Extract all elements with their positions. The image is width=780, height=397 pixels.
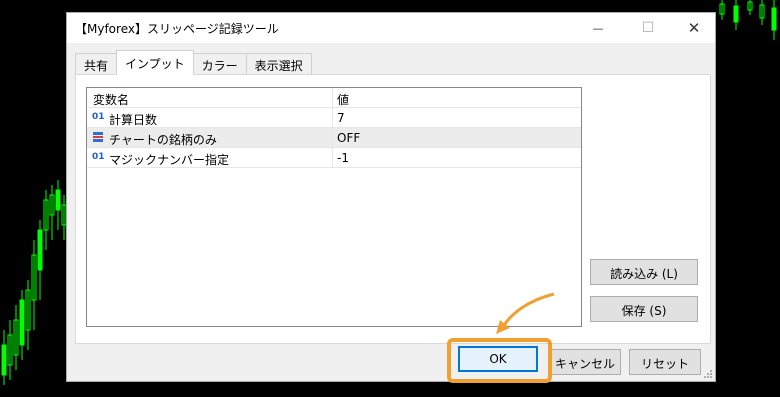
tab-display-select[interactable]: 表示選択	[245, 53, 312, 75]
title-bar[interactable]: 【Myforex】スリッページ記録ツール — ☐ ✕	[67, 13, 715, 43]
table-row[interactable]: チャートの銘柄のみ OFF	[87, 128, 581, 148]
load-button[interactable]: 読み込み (L)	[590, 259, 698, 285]
table-row[interactable]: 01 マジックナンバー指定 -1	[87, 148, 581, 168]
candle-body	[771, 7, 777, 31]
param-value[interactable]: 7	[337, 108, 345, 128]
ok-button[interactable]: OK	[458, 346, 538, 372]
grid-header-row: 変数名 値	[87, 88, 581, 108]
list-icon	[92, 131, 104, 146]
table-row[interactable]: 01 計算日数 7	[87, 108, 581, 128]
candle-body	[37, 229, 43, 271]
column-header-value[interactable]: 値	[337, 88, 349, 108]
cancel-button[interactable]: キャンセル	[549, 349, 621, 375]
resize-grip-icon[interactable]	[703, 369, 713, 379]
param-name-cell: 01 計算日数	[87, 108, 333, 128]
dialog-title: 【Myforex】スリッページ記録ツール	[75, 22, 279, 36]
close-icon: ✕	[687, 19, 701, 37]
param-name-cell: チャートの銘柄のみ	[87, 128, 333, 148]
slippage-tool-dialog: 【Myforex】スリッページ記録ツール — ☐ ✕ 共有 インプット カラー …	[66, 12, 716, 382]
reset-button[interactable]: リセット	[629, 349, 701, 375]
tab-common[interactable]: 共有	[75, 53, 118, 75]
minimize-icon: —	[592, 21, 604, 35]
o1-icon: 01	[92, 112, 105, 122]
tab-color[interactable]: カラー	[192, 53, 247, 75]
param-value[interactable]: -1	[337, 148, 349, 168]
candle-body	[733, 5, 739, 23]
param-name: チャートの銘柄のみ	[109, 133, 217, 147]
candle-body	[1, 344, 7, 376]
pointer-arrow-icon	[496, 292, 555, 334]
minimize-button[interactable]: —	[575, 13, 621, 43]
maximize-icon: ☐	[641, 20, 655, 36]
param-value[interactable]: OFF	[337, 128, 360, 148]
o1-icon: 01	[92, 152, 105, 162]
param-name: マジックナンバー指定	[109, 153, 230, 167]
param-name-cell: 01 マジックナンバー指定	[87, 148, 333, 168]
param-name: 計算日数	[109, 113, 158, 127]
candle-body	[55, 189, 61, 211]
column-header-name[interactable]: 変数名	[87, 88, 333, 108]
tab-strip: 共有 インプット カラー 表示選択	[75, 50, 312, 75]
candle-body	[19, 299, 25, 346]
close-button[interactable]: ✕	[671, 13, 717, 43]
save-button[interactable]: 保存 (S)	[590, 296, 698, 322]
input-tab-panel: 変数名 値 01 計算日数 7 チャートの銘柄のみ OFF 01 マジックナンバ…	[75, 74, 711, 344]
maximize-button[interactable]: ☐	[625, 13, 671, 43]
tab-input[interactable]: インプット	[116, 50, 194, 75]
